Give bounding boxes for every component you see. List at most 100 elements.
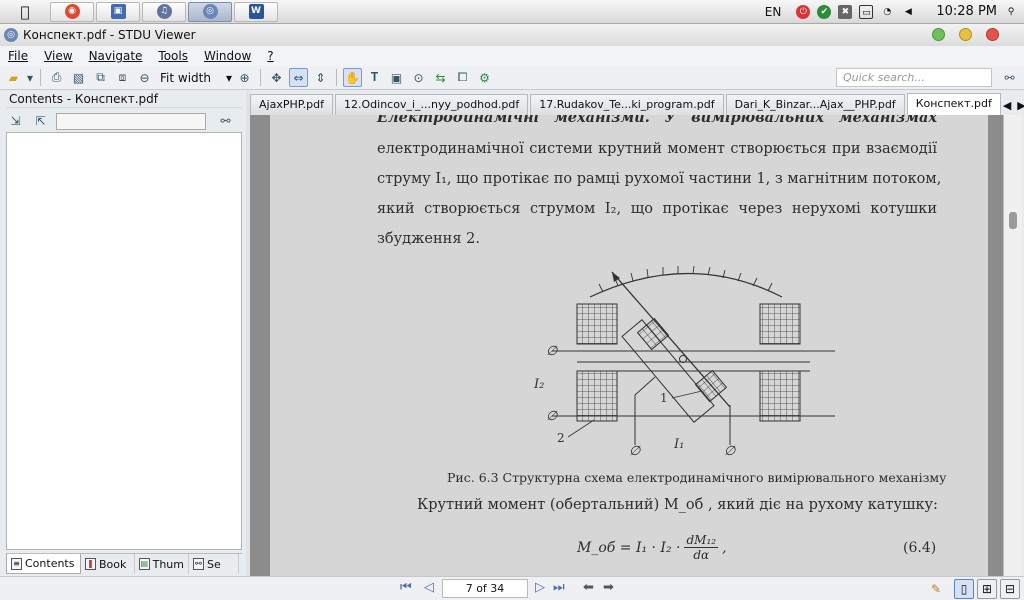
document-viewer[interactable]: Електродинамічні механізми. У вимірюваль… — [250, 115, 1022, 576]
battery-icon[interactable]: ▭ — [859, 4, 874, 19]
maximize-button[interactable] — [959, 28, 972, 41]
scrollbar-thumb[interactable] — [1009, 212, 1017, 229]
open-folder-icon[interactable]: ▰ — [4, 68, 23, 87]
zoom-mode-select[interactable]: Fit width ▾ — [160, 71, 232, 85]
tab-bookmarks[interactable]: ❚ Book — [81, 554, 135, 574]
network-off-icon[interactable]: ✖ — [838, 4, 853, 19]
contents-icon: ≡ — [11, 557, 22, 570]
quick-search-input[interactable]: Quick search... — [836, 68, 992, 87]
formula: M_об = I₁ · I₂ · dM₁₂ dα , — [577, 533, 727, 562]
sidebar-search-input[interactable] — [56, 112, 206, 130]
doc-tab-rudakov[interactable]: 17.Rudakov_Te...ki_program.pdf — [530, 94, 724, 115]
previous-page-icon[interactable]: ◁ — [424, 580, 434, 595]
taskbar-itunes-button[interactable]: ♫ — [142, 1, 186, 22]
taskbar-stdu-button[interactable]: ◎ — [188, 1, 232, 22]
forward-icon[interactable]: ➡ — [603, 580, 614, 595]
tab-scroll-right-icon[interactable]: ▶ — [1017, 99, 1024, 112]
hand-tool-icon[interactable]: ✋ — [343, 68, 362, 87]
menu-tools[interactable]: Tools — [158, 49, 188, 63]
vertical-scrollbar[interactable] — [1003, 115, 1022, 576]
apple-icon[interactable]:  — [0, 3, 50, 21]
taskbar-chrome-button[interactable]: ◉ — [50, 1, 94, 22]
binoculars-icon[interactable]: ⚯ — [1000, 68, 1019, 87]
doc-tab-konspekt[interactable]: Конспект.pdf — [906, 93, 1001, 115]
chrome-icon: ◉ — [64, 4, 80, 19]
settings-icon[interactable]: ⚙ — [475, 68, 494, 87]
pages-icon[interactable]: ⧠ — [453, 68, 472, 87]
window-titlebar: ◎ Конспект.pdf - STDU Viewer — [0, 24, 1024, 46]
continuous-view-icon[interactable]: ⊟ — [1000, 579, 1020, 599]
doc-tab-dari[interactable]: Dari_K_Binzar...Ajax__PHP.pdf — [725, 94, 905, 115]
fig-label-i1: I₁ — [673, 437, 684, 452]
coil-block — [576, 370, 618, 422]
os-taskbar:  ◉ ▣ ♫ ◎ W EN ⏻ ✔ ✖ ▭ ◔ ◀ 10:28 PM ⚲ — [0, 0, 1024, 24]
formula-denominator: dα — [693, 548, 710, 562]
stdu-viewer-icon: ◎ — [202, 4, 218, 19]
last-page-icon[interactable]: ⏭ — [553, 580, 565, 595]
paste-page-icon[interactable]: ⧈ — [113, 68, 132, 87]
zoom-mode-value: Fit width — [160, 70, 211, 85]
annotate-icon[interactable]: ✎ — [926, 579, 946, 599]
doc-tab-ajaxphp[interactable]: AjaxPHP.pdf — [250, 94, 333, 115]
binoculars-icon[interactable]: ⚯ — [216, 112, 235, 131]
open-dropdown-icon[interactable]: ▾ — [26, 68, 34, 87]
back-icon[interactable]: ⬅ — [583, 580, 594, 595]
formula-fraction: dM₁₂ dα — [684, 533, 719, 562]
select-image-icon[interactable]: ▣ — [387, 68, 406, 87]
menu-view[interactable]: View — [44, 49, 72, 63]
fit-width-icon[interactable]: ⇔ — [289, 68, 308, 87]
page-number-input[interactable]: 7 of 34 — [442, 579, 528, 598]
chevron-down-icon: ▾ — [225, 70, 232, 85]
close-button[interactable] — [986, 28, 999, 41]
itunes-icon: ♫ — [156, 4, 172, 19]
pivot-axis — [679, 355, 687, 363]
tab-thumbnails-label: Thum — [152, 557, 184, 571]
clock[interactable]: 10:28 PM — [936, 4, 997, 19]
wifi-icon[interactable]: ◔ — [880, 5, 894, 19]
coil-block — [759, 303, 801, 345]
fit-height-icon[interactable]: ⇕ — [311, 68, 330, 87]
equation-number: (6.4) — [903, 540, 937, 556]
export-image-icon[interactable]: ▧ — [69, 68, 88, 87]
language-indicator[interactable]: EN — [765, 5, 782, 19]
zoom-out-icon[interactable]: ⊖ — [135, 68, 154, 87]
tab-thumbnails[interactable]: ▤ Thum — [135, 554, 189, 574]
next-page-icon[interactable]: ▷ — [535, 580, 545, 595]
power-icon[interactable]: ⏻ — [796, 4, 811, 19]
menu-help[interactable]: ? — [267, 49, 273, 63]
menu-window[interactable]: Window — [204, 49, 251, 63]
menu-navigate[interactable]: Navigate — [89, 49, 143, 63]
formula-tail: , — [722, 539, 727, 556]
tab-search[interactable]: ⚯ Se — [189, 554, 239, 574]
single-page-view-icon[interactable]: ▯ — [954, 579, 974, 599]
magnifier-icon[interactable]: ⊙ — [409, 68, 428, 87]
contents-tree[interactable] — [6, 132, 242, 550]
system-tray: EN ⏻ ✔ ✖ ▭ ◔ ◀ 10:28 PM ⚲ — [765, 4, 1024, 19]
sidebar-expand-icon[interactable]: ⇲ — [6, 112, 25, 131]
shield-icon[interactable]: ✔ — [817, 4, 832, 19]
tab-contents[interactable]: ≡ Contents — [6, 554, 81, 574]
sidebar-collapse-icon[interactable]: ⇱ — [31, 112, 50, 131]
menu-file[interactable]: File — [8, 49, 28, 63]
taskbar-finder-button[interactable]: ▣ — [96, 1, 140, 22]
zoom-in-icon[interactable]: ⊕ — [235, 68, 254, 87]
sidebar-title: Contents - Конспект.pdf — [6, 92, 242, 108]
copy-page-icon[interactable]: ⧉ — [91, 68, 110, 87]
minimize-button[interactable] — [932, 28, 945, 41]
volume-icon[interactable]: ◀ — [901, 5, 915, 19]
binoculars-icon: ⚯ — [193, 558, 204, 570]
print-icon[interactable]: ⎙ — [47, 68, 66, 87]
fig-label-2: 2 — [557, 431, 565, 445]
select-text-icon[interactable]: 𝐓 — [365, 68, 384, 87]
rotate-icon[interactable]: ⇆ — [431, 68, 450, 87]
tab-search-label: Se — [207, 557, 221, 571]
terminal-symbol: ∅ — [629, 444, 641, 459]
facing-pages-view-icon[interactable]: ⊞ — [977, 579, 997, 599]
terminal-symbol: ∅ — [724, 444, 736, 459]
tab-scroll-left-icon[interactable]: ◀ — [1003, 99, 1011, 112]
search-icon[interactable]: ⚲ — [1004, 5, 1018, 19]
doc-tab-odincov[interactable]: 12.Odincov_i_...nyy_podhod.pdf — [335, 94, 529, 115]
first-page-icon[interactable]: ⏮ — [400, 580, 412, 595]
fit-page-icon[interactable]: ✥ — [267, 68, 286, 87]
taskbar-word-button[interactable]: W — [234, 1, 278, 22]
